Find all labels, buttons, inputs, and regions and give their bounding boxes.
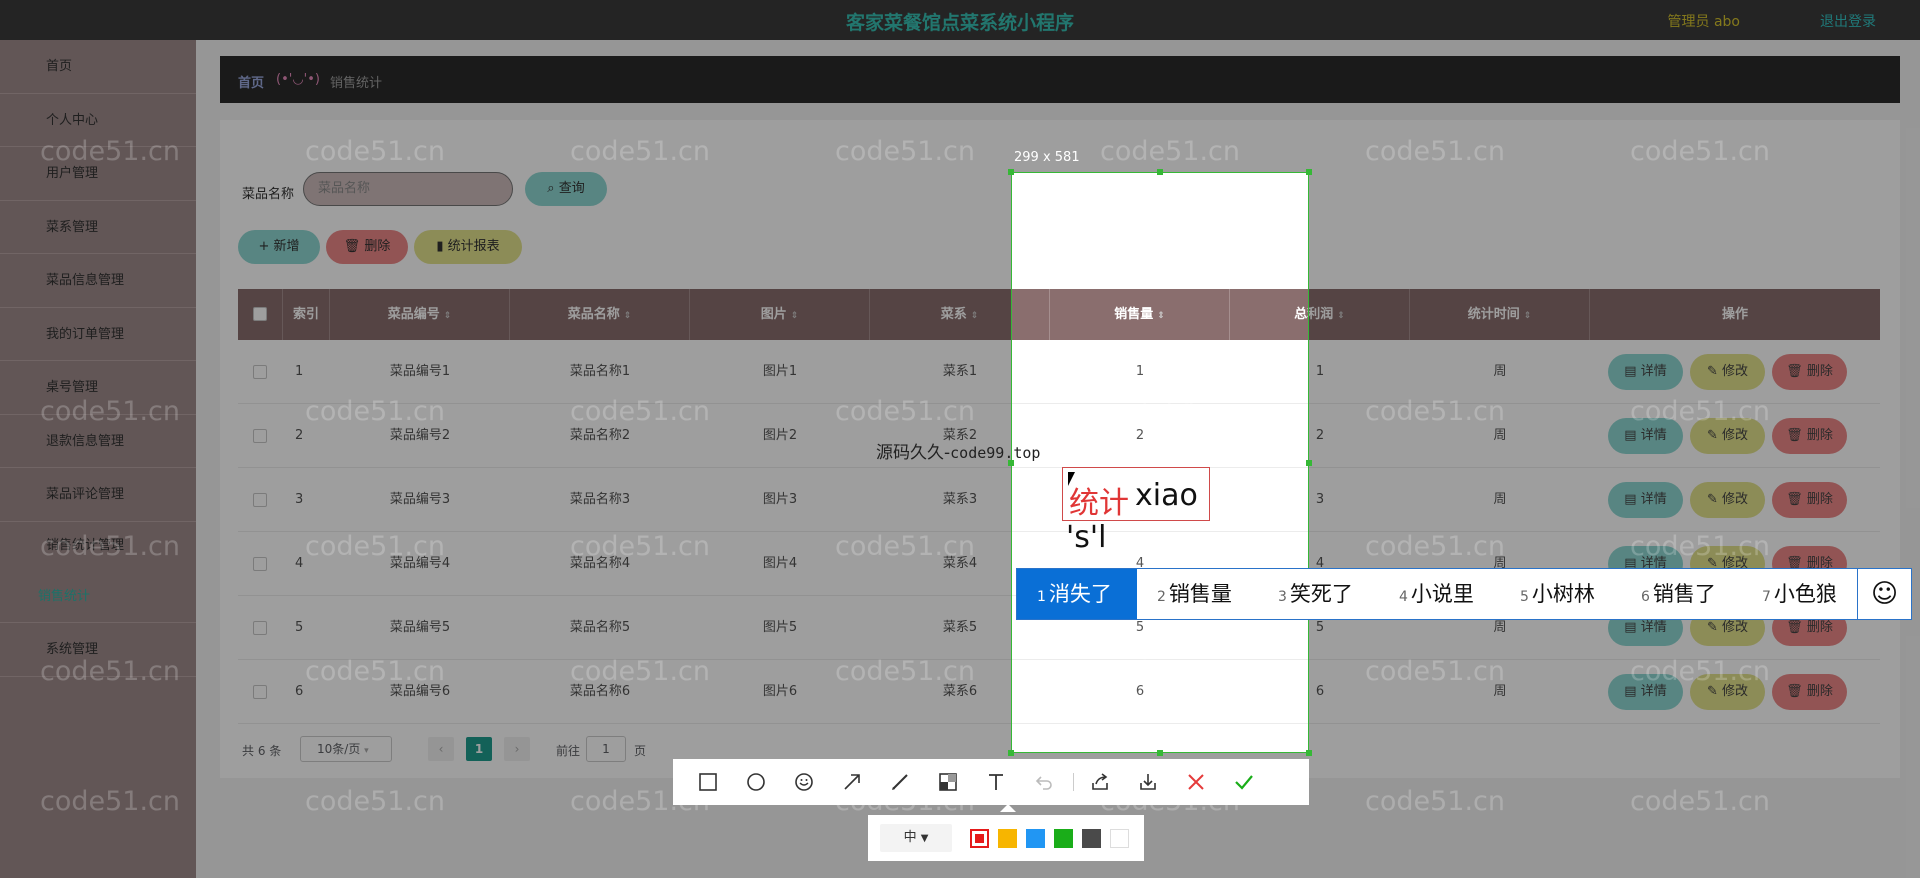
- watermark-text: code51.cn: [1365, 656, 1506, 687]
- toolbar-divider: [1073, 773, 1074, 791]
- capture-dim-left: [0, 0, 1011, 878]
- candidate-number: 2: [1157, 589, 1166, 605]
- candidate-number: 6: [1641, 589, 1650, 605]
- candidate-text: 小树林: [1531, 582, 1595, 606]
- watermark-text: code51.cn: [570, 396, 711, 427]
- watermark-text: code51.cn: [835, 136, 976, 167]
- color-swatch-red[interactable]: [970, 829, 989, 848]
- candidate-text: 笑死了: [1289, 582, 1353, 606]
- watermark-text: code51.cn: [40, 656, 181, 687]
- watermark-text: code51.cn: [1630, 531, 1771, 562]
- watermark-text: code51.cn: [40, 136, 181, 167]
- caret-down-icon: ▼: [920, 833, 929, 844]
- ime-emoji-button[interactable]: ☺: [1857, 569, 1911, 619]
- candidate-number: 4: [1399, 589, 1408, 605]
- source-watermark-cn: 源码久久-: [876, 443, 951, 463]
- candidate-text: 销售了: [1652, 582, 1716, 606]
- resize-handle-nw[interactable]: [1008, 169, 1014, 175]
- watermark-text: code51.cn: [305, 531, 446, 562]
- ime-candidate[interactable]: 3 笑死了: [1278, 569, 1353, 619]
- download-icon[interactable]: [1133, 767, 1163, 797]
- cancel-icon[interactable]: [1181, 767, 1211, 797]
- candidate-number: 3: [1278, 589, 1287, 605]
- watermark-text: code51.cn: [1630, 136, 1771, 167]
- watermark-text: code51.cn: [305, 136, 446, 167]
- candidate-number: 7: [1762, 589, 1771, 605]
- capture-dim-right: [1309, 0, 1920, 878]
- share-icon[interactable]: [1085, 767, 1115, 797]
- ime-pinyin-text: xiao: [1135, 478, 1198, 513]
- ime-candidate[interactable]: 6 销售了: [1641, 569, 1716, 619]
- blur-icon[interactable]: [933, 767, 963, 797]
- capture-toolbar: [673, 759, 1309, 805]
- watermark-text: code51.cn: [835, 396, 976, 427]
- capture-selection[interactable]: [1008, 169, 1312, 756]
- watermark-text: code51.cn: [305, 396, 446, 427]
- watermark-text: code51.cn: [305, 656, 446, 687]
- undo-icon[interactable]: [1029, 767, 1059, 797]
- candidate-number: 1: [1037, 589, 1046, 605]
- watermark-text: code51.cn: [835, 531, 976, 562]
- color-swatch-green[interactable]: [1054, 829, 1073, 848]
- watermark-text: code51.cn: [1630, 786, 1771, 817]
- mosaic-emoji-icon[interactable]: [789, 767, 819, 797]
- color-swatch-gray[interactable]: [1082, 829, 1101, 848]
- resize-handle-n[interactable]: [1157, 169, 1163, 175]
- ime-candidate-bar: 1 消失了 2 销售量 3 笑死了 4 小说里 5 小树林 6 销售了 7 小色狼 ☺: [1016, 568, 1912, 620]
- ime-candidate[interactable]: 7 小色狼: [1762, 569, 1837, 619]
- resize-handle-sw[interactable]: [1008, 750, 1014, 756]
- source-watermark: 源码久久-code99.top: [876, 438, 1040, 463]
- color-swatch-yellow[interactable]: [998, 829, 1017, 848]
- resize-handle-s[interactable]: [1157, 750, 1163, 756]
- font-size-value: 中: [903, 830, 917, 845]
- watermark-text: code51.cn: [1365, 136, 1506, 167]
- pen-icon[interactable]: [885, 767, 915, 797]
- rectangle-icon[interactable]: [693, 767, 723, 797]
- watermark-text: code51.cn: [40, 396, 181, 427]
- confirm-icon[interactable]: [1229, 767, 1259, 797]
- watermark-text: code51.cn: [570, 531, 711, 562]
- resize-handle-ne[interactable]: [1306, 169, 1312, 175]
- mouse-cursor-icon: [1068, 472, 1082, 486]
- watermark-text: code51.cn: [570, 656, 711, 687]
- candidate-text: 销售量: [1168, 582, 1232, 606]
- source-watermark-url: code99.top: [950, 444, 1041, 462]
- selection-size-label: 299 x 581: [1014, 150, 1080, 165]
- ime-raw-pinyin: 's'l: [1066, 520, 1107, 555]
- watermark-text: code51.cn: [835, 656, 976, 687]
- watermark-text: code51.cn: [570, 136, 711, 167]
- watermark-text: code51.cn: [1630, 656, 1771, 687]
- ime-candidate[interactable]: 4 小说里: [1399, 569, 1474, 619]
- color-swatch-white[interactable]: [1110, 829, 1129, 848]
- watermark-text: code51.cn: [1365, 396, 1506, 427]
- ime-candidate[interactable]: 1 消失了: [1017, 569, 1137, 619]
- text-icon[interactable]: [981, 767, 1011, 797]
- ime-candidate[interactable]: 5 小树林: [1520, 569, 1595, 619]
- ime-candidate[interactable]: 2 销售量: [1157, 569, 1232, 619]
- watermark-text: code51.cn: [40, 786, 181, 817]
- candidate-text: 小说里: [1410, 582, 1474, 606]
- color-swatch-blue[interactable]: [1026, 829, 1045, 848]
- watermark-text: code51.cn: [305, 786, 446, 817]
- candidate-text: 消失了: [1048, 582, 1112, 606]
- text-options-bar: 中 ▼: [868, 815, 1144, 861]
- resize-handle-e[interactable]: [1306, 460, 1312, 466]
- ime-composition: 统计 xiao: [1062, 467, 1210, 521]
- candidate-number: 5: [1520, 589, 1529, 605]
- watermark-text: code51.cn: [40, 531, 181, 562]
- resize-handle-se[interactable]: [1306, 750, 1312, 756]
- candidate-text: 小色狼: [1773, 582, 1837, 606]
- watermark-text: code51.cn: [1365, 786, 1506, 817]
- font-size-select[interactable]: 中 ▼: [880, 824, 952, 852]
- watermark-text: code51.cn: [1630, 396, 1771, 427]
- ellipse-icon[interactable]: [741, 767, 771, 797]
- watermark-text: code51.cn: [1365, 531, 1506, 562]
- watermark-text: code51.cn: [1100, 136, 1241, 167]
- toolbar-pointer: [1000, 804, 1016, 812]
- arrow-icon[interactable]: [837, 767, 867, 797]
